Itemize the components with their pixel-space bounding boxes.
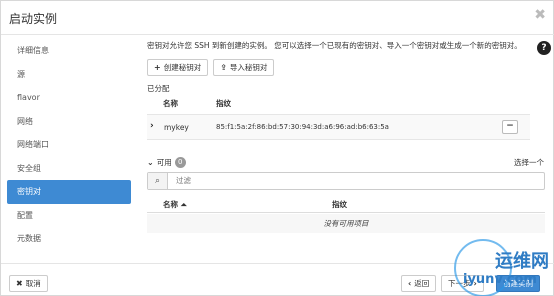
available-table-header: 名称 ⏶ 指纹 <box>147 194 545 213</box>
empty-message: 没有可用项目 <box>147 214 545 233</box>
filter-box: ⌕ <box>147 172 545 190</box>
close-icon[interactable]: ✖ <box>534 7 546 23</box>
available-label: 可用 <box>156 158 172 167</box>
import-key-pair-label: 导入秘钥对 <box>229 63 268 72</box>
key-fingerprint: 85:f1:5a:2f:86:bd:57:30:94:3d:a6:96:ad:b… <box>216 123 389 131</box>
assigned-fingerprint-header: 指纹 <box>216 99 231 108</box>
back-button[interactable]: ‹ 返回 <box>401 275 437 292</box>
watermark-domain: iyunv.com <box>463 272 537 287</box>
watermark-text: 运维网 <box>495 251 549 272</box>
sidebar-item-configuration[interactable]: 配置 <box>7 204 131 228</box>
available-name-header-label: 名称 <box>163 200 178 209</box>
remove-key-button[interactable]: − <box>502 120 518 134</box>
help-icon[interactable]: ? <box>537 41 551 55</box>
cancel-button[interactable]: ✖ 取消 <box>9 275 48 292</box>
back-label: 返回 <box>414 279 430 288</box>
key-pair-actions: + 创建秘钥对 ⇪ 导入秘钥对 <box>147 59 275 76</box>
create-key-pair-button[interactable]: + 创建秘钥对 <box>147 59 209 76</box>
available-section-toggle[interactable]: ⌄ 可用 0 <box>147 157 186 168</box>
available-fingerprint-header: 指纹 <box>332 200 347 209</box>
cancel-label: 取消 <box>25 279 41 288</box>
chevron-left-icon: ‹ <box>408 279 412 288</box>
launch-instance-dialog: 启动实例 ✖ 详细信息 源 flavor 网络 网络端口 安全组 密钥对 配置 … <box>0 0 554 296</box>
key-name: mykey <box>164 123 189 132</box>
chevron-down-icon: ⌄ <box>147 158 154 167</box>
sidebar-item-details[interactable]: 详细信息 <box>7 39 131 63</box>
table-row[interactable]: › mykey 85:f1:5a:2f:86:bd:57:30:94:3d:a6… <box>147 114 530 140</box>
sidebar-item-security-groups[interactable]: 安全组 <box>7 157 131 181</box>
upload-icon: ⇪ <box>220 63 227 72</box>
intro-text: 密钥对允许您 SSH 到新创建的实例。 您可以选择一个已现有的密钥对、导入一个密… <box>147 41 522 50</box>
key-pair-panel: 密钥对允许您 SSH 到新创建的实例。 您可以选择一个已现有的密钥对、导入一个密… <box>147 39 547 53</box>
close-icon: ✖ <box>16 279 23 288</box>
chevron-right-icon[interactable]: › <box>150 121 154 131</box>
plus-icon: + <box>154 63 161 72</box>
create-key-pair-label: 创建秘钥对 <box>163 63 202 72</box>
sidebar-item-network-ports[interactable]: 网络端口 <box>7 133 131 157</box>
assigned-name-header: 名称 <box>163 99 178 108</box>
import-key-pair-button[interactable]: ⇪ 导入秘钥对 <box>213 59 275 76</box>
sidebar-item-key-pair[interactable]: 密钥对 <box>7 180 131 204</box>
dialog-title: 启动实例 <box>9 12 58 26</box>
select-one-text: 选择一个 <box>514 158 544 167</box>
sidebar-item-metadata[interactable]: 元数据 <box>7 227 131 251</box>
dialog-header: 启动实例 ✖ <box>1 1 554 35</box>
sidebar-item-networks[interactable]: 网络 <box>7 110 131 134</box>
available-name-header[interactable]: 名称 ⏶ <box>163 199 187 210</box>
sort-asc-icon: ⏶ <box>180 200 187 209</box>
available-count-badge: 0 <box>174 157 186 168</box>
sidebar-item-flavor[interactable]: flavor <box>7 86 131 110</box>
filter-input[interactable] <box>176 176 476 185</box>
assigned-label: 已分配 <box>147 84 170 93</box>
wizard-sidebar: 详细信息 源 flavor 网络 网络端口 安全组 密钥对 配置 元数据 <box>7 39 131 251</box>
search-icon: ⌕ <box>148 173 168 189</box>
sidebar-item-source[interactable]: 源 <box>7 63 131 87</box>
